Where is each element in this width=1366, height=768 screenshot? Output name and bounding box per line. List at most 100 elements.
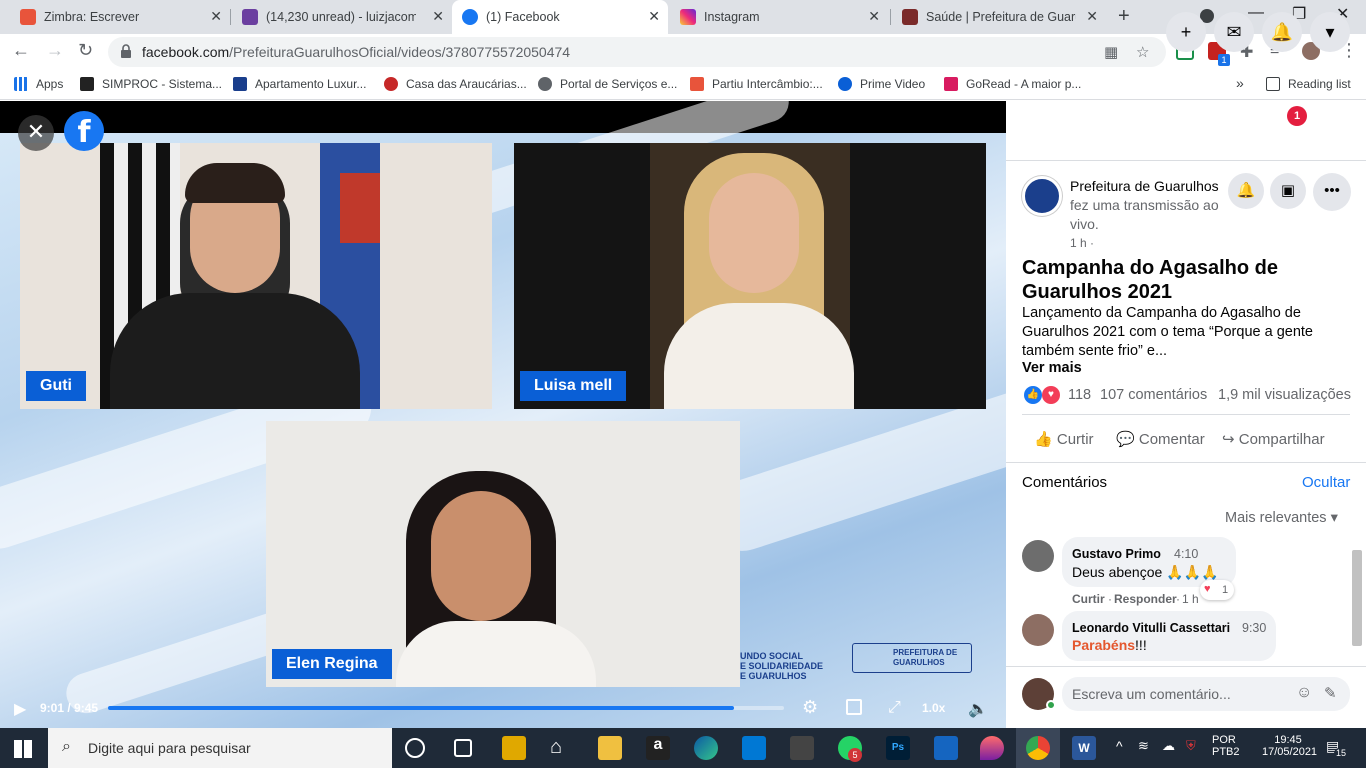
- tab-saude[interactable]: Saúde | Prefeitura de Guarulhos ✕: [892, 0, 1106, 34]
- minimize-icon[interactable]: —: [1248, 4, 1264, 22]
- like-button[interactable]: 👍 Curtir: [1034, 430, 1094, 448]
- bookmark-simproc[interactable]: SIMPROC - Sistema...: [80, 77, 222, 91]
- video-controls: ▶ 9:01 / 9:45 ⚙ ⤢ 1.0x 🔈: [0, 691, 1006, 728]
- app-drop-icon[interactable]: [980, 736, 1004, 760]
- follow-bell-icon[interactable]: 🔔: [1228, 173, 1264, 209]
- tab-mail[interactable]: (14,230 unread) - luizjacome@ ✕: [232, 0, 452, 34]
- page-avatar[interactable]: [1022, 176, 1062, 216]
- bookmark-goread[interactable]: GoRead - A maior p...: [944, 77, 1081, 91]
- app-icon[interactable]: [502, 736, 526, 760]
- participant-panel-luisa: Luisa mell: [514, 143, 986, 409]
- prefeitura-logo: PREFEITURA DE GUARULHOS: [852, 643, 972, 673]
- comment-placeholder: Escreva um comentário...: [1072, 686, 1231, 702]
- network-icon[interactable]: ≋: [1138, 738, 1149, 754]
- windows-start-icon[interactable]: [14, 740, 32, 758]
- facebook-logo[interactable]: f: [64, 111, 104, 151]
- chrome-icon[interactable]: [1026, 736, 1050, 760]
- bookmark-star-icon[interactable]: ☆: [1136, 43, 1149, 61]
- save-icon[interactable]: ▣: [1270, 173, 1306, 209]
- cortana-icon[interactable]: [405, 738, 425, 758]
- close-tab-icon[interactable]: ✕: [210, 8, 222, 25]
- miniplayer-icon[interactable]: [846, 699, 862, 715]
- commenter-avatar[interactable]: [1022, 614, 1054, 646]
- more-bookmarks[interactable]: »: [1236, 75, 1244, 91]
- close-video-button[interactable]: ✕: [18, 115, 54, 151]
- video-progress-bar[interactable]: [108, 706, 784, 710]
- store-icon[interactable]: [790, 736, 814, 760]
- mail-icon[interactable]: [742, 736, 766, 760]
- sort-comments-dropdown[interactable]: Mais relevantes ▾: [1225, 510, 1338, 526]
- tab-zimbra[interactable]: Zimbra: Escrever ✕: [10, 0, 230, 34]
- comment-button[interactable]: 💬 Comentar: [1116, 430, 1205, 448]
- comment-timestamp[interactable]: 4:10: [1174, 547, 1198, 561]
- create-plus-icon[interactable]: +: [1166, 12, 1206, 52]
- taskbar-search[interactable]: ⌕ Digite aqui para pesquisar: [48, 728, 392, 768]
- photoshop-icon[interactable]: Ps: [886, 736, 910, 760]
- file-explorer-icon[interactable]: [598, 736, 622, 760]
- notifications-bell-icon[interactable]: 🔔: [1262, 12, 1302, 52]
- page-name-link[interactable]: Prefeitura de Guarulhos: [1070, 178, 1219, 194]
- fullscreen-icon[interactable]: ⤢: [888, 699, 901, 717]
- account-chevron-icon[interactable]: ▾: [1310, 12, 1350, 52]
- bookmark-apartamento[interactable]: Apartamento Luxur...: [233, 77, 366, 91]
- language-indicator[interactable]: POR PTB2: [1212, 734, 1240, 758]
- app-icon[interactable]: [934, 736, 958, 760]
- bookmark-portal[interactable]: Portal de Serviços e...: [538, 77, 677, 91]
- reading-list[interactable]: Reading list: [1266, 77, 1351, 91]
- see-more-link[interactable]: Ver mais: [1022, 360, 1082, 376]
- word-icon[interactable]: W: [1072, 736, 1096, 760]
- close-tab-icon[interactable]: ✕: [648, 8, 660, 25]
- comment-input[interactable]: Escreva um comentário... ☺ ✎: [1062, 677, 1350, 711]
- bookmark-apps[interactable]: Apps: [14, 77, 63, 91]
- comment-bubble: Leonardo Vitulli Cassettari 9:30 Parabén…: [1062, 611, 1276, 661]
- comments-scrollbar[interactable]: [1352, 550, 1362, 646]
- comment-reply-link[interactable]: Responder: [1114, 592, 1177, 606]
- comments-count[interactable]: 107 comentários: [1100, 387, 1207, 403]
- tab-facebook[interactable]: (1) Facebook ✕: [452, 0, 668, 34]
- onedrive-icon[interactable]: ☁: [1162, 738, 1175, 754]
- bookmark-prime[interactable]: Prime Video: [838, 77, 925, 91]
- comment-bubble-icon: 💬: [1116, 431, 1135, 448]
- hide-comments-link[interactable]: Ocultar: [1302, 474, 1350, 491]
- video-player[interactable]: Guti Luisa mell Elen Regina UNDO SOCIAL …: [0, 101, 1006, 728]
- tab-instagram[interactable]: Instagram ✕: [670, 0, 888, 34]
- share-button[interactable]: ↪ Compartilhar: [1222, 430, 1325, 448]
- comment-timestamp[interactable]: 9:30: [1242, 621, 1266, 635]
- tray-chevron-icon[interactable]: ^: [1116, 738, 1123, 754]
- reactions-count[interactable]: 118: [1068, 387, 1091, 403]
- comment-author[interactable]: Leonardo Vitulli Cassettari: [1072, 621, 1230, 635]
- address-bar[interactable]: facebook.com/PrefeituraGuarulhosOficial/…: [108, 37, 1166, 67]
- new-tab-button[interactable]: +: [1118, 5, 1130, 28]
- reload-icon[interactable]: ↻: [78, 40, 93, 61]
- edge-icon[interactable]: [694, 736, 718, 760]
- emoji-icon[interactable]: ☺: [1296, 684, 1312, 702]
- amazon-icon[interactable]: a: [646, 736, 670, 760]
- more-options-icon[interactable]: •••: [1313, 173, 1351, 211]
- qr-icon[interactable]: ▦: [1104, 43, 1118, 61]
- home-icon[interactable]: ⌂: [550, 736, 574, 760]
- clock[interactable]: 19:45 17/05/2021: [1262, 734, 1317, 758]
- close-tab-icon[interactable]: ✕: [432, 8, 444, 25]
- messenger-icon[interactable]: ✉: [1214, 12, 1254, 52]
- task-view-icon[interactable]: [454, 739, 472, 757]
- back-icon[interactable]: ←: [12, 40, 30, 61]
- volume-icon[interactable]: 🔈: [968, 699, 988, 719]
- participant-name: Guti: [26, 371, 86, 401]
- play-icon[interactable]: ▶: [14, 699, 26, 719]
- forward-icon[interactable]: →: [46, 40, 64, 61]
- settings-gear-icon[interactable]: ⚙: [802, 697, 818, 718]
- post-time[interactable]: 1 h ·: [1070, 236, 1094, 250]
- playback-speed[interactable]: 1.0x: [922, 701, 945, 715]
- commenter-avatar[interactable]: [1022, 540, 1054, 572]
- close-tab-icon[interactable]: ✕: [1086, 8, 1098, 25]
- close-tab-icon[interactable]: ✕: [868, 8, 880, 25]
- bookmark-casa[interactable]: Casa das Araucárias...: [384, 77, 527, 91]
- participant-name: Luisa mell: [520, 371, 627, 401]
- bookmark-partiu[interactable]: Partiu Intercâmbio:...: [690, 77, 823, 91]
- mcafee-icon[interactable]: ⛨: [1186, 738, 1196, 754]
- comment-like-link[interactable]: Curtir: [1072, 592, 1105, 606]
- comment-author[interactable]: Gustavo Primo: [1072, 547, 1161, 561]
- sticker-icon[interactable]: ✎: [1324, 684, 1337, 702]
- mail-icon: [242, 9, 258, 25]
- comment-reactions[interactable]: ♥ 1: [1200, 580, 1234, 600]
